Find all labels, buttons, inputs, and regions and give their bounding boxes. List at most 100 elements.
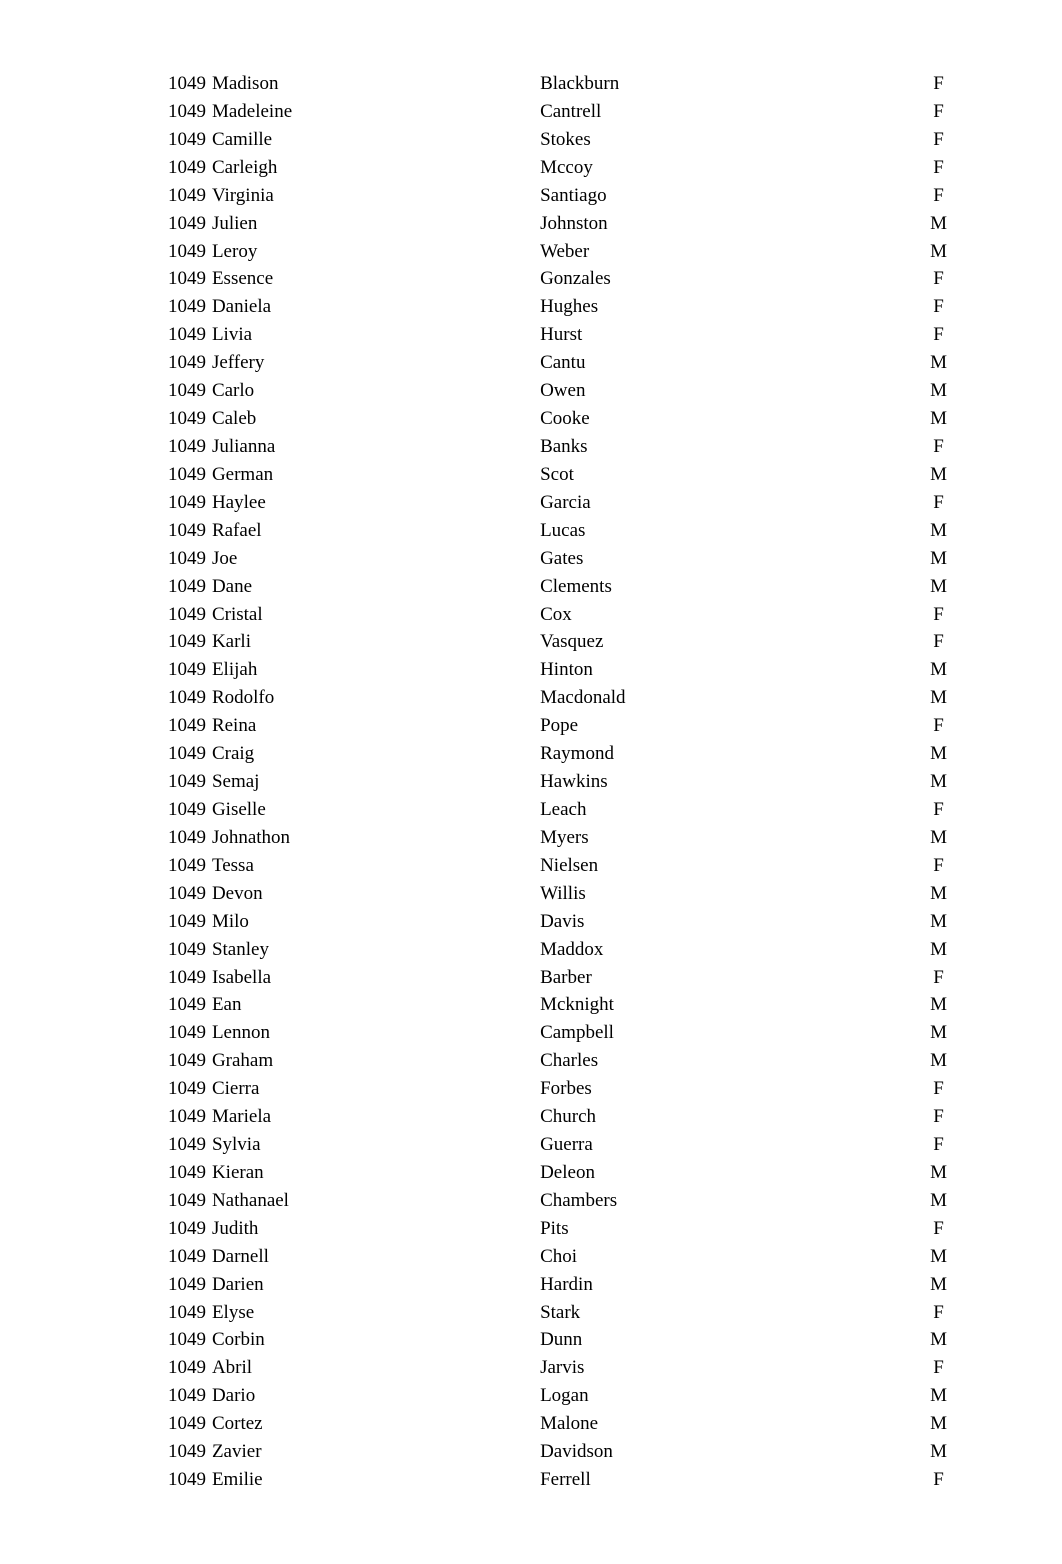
gender-cell: F [915,1131,962,1159]
table-row: 1049DevonWillisM [145,880,962,908]
table-row: 1049TessaNielsenF [145,852,962,880]
first-name-cell: Zavier [212,1438,540,1466]
table-row: 1049HayleeGarciaF [145,489,962,517]
table-row: 1049RodolfoMacdonaldM [145,684,962,712]
table-row: 1049NathanaelChambersM [145,1187,962,1215]
gender-cell: F [915,98,962,126]
first-name-cell: Jeffery [212,349,540,377]
table-row: 1049LeroyWeberM [145,238,962,266]
first-name-cell: Nathanael [212,1187,540,1215]
gender-cell: M [915,461,962,489]
first-name-cell: Milo [212,908,540,936]
last-name-cell: Davis [540,908,915,936]
last-name-cell: Vasquez [540,628,915,656]
id-cell: 1049 [145,489,212,517]
table-row: 1049MadeleineCantrellF [145,98,962,126]
last-name-cell: Willis [540,880,915,908]
table-row: 1049JoeGatesM [145,545,962,573]
id-cell: 1049 [145,852,212,880]
last-name-cell: Malone [540,1410,915,1438]
first-name-cell: Corbin [212,1326,540,1354]
gender-cell: F [915,796,962,824]
id-cell: 1049 [145,321,212,349]
last-name-cell: Lucas [540,517,915,545]
id-cell: 1049 [145,573,212,601]
last-name-cell: Gates [540,545,915,573]
table-row: 1049DarnellChoiM [145,1243,962,1271]
last-name-cell: Scot [540,461,915,489]
first-name-cell: Daniela [212,293,540,321]
last-name-cell: Barber [540,964,915,992]
first-name-cell: Joe [212,545,540,573]
id-cell: 1049 [145,1047,212,1075]
table-row: 1049ZavierDavidsonM [145,1438,962,1466]
table-row: 1049DaneClementsM [145,573,962,601]
gender-cell: F [915,1299,962,1327]
first-name-cell: Mariela [212,1103,540,1131]
last-name-cell: Myers [540,824,915,852]
table-row: 1049MarielaChurchF [145,1103,962,1131]
table-row: 1049GermanScotM [145,461,962,489]
last-name-cell: Macdonald [540,684,915,712]
first-name-cell: Johnathon [212,824,540,852]
last-name-cell: Maddox [540,936,915,964]
first-name-cell: Sylvia [212,1131,540,1159]
table-row: 1049CalebCookeM [145,405,962,433]
table-row: 1049CristalCoxF [145,601,962,629]
gender-cell: F [915,1075,962,1103]
first-name-cell: Darnell [212,1243,540,1271]
id-cell: 1049 [145,964,212,992]
gender-cell: F [915,154,962,182]
table-row: 1049SemajHawkinsM [145,768,962,796]
id-cell: 1049 [145,377,212,405]
first-name-cell: Cristal [212,601,540,629]
first-name-cell: Camille [212,126,540,154]
table-row: 1049VirginiaSantiagoF [145,182,962,210]
id-cell: 1049 [145,238,212,266]
first-name-cell: Madison [212,70,540,98]
id-cell: 1049 [145,517,212,545]
first-name-cell: Rafael [212,517,540,545]
table-row: 1049CortezMaloneM [145,1410,962,1438]
gender-cell: M [915,656,962,684]
last-name-cell: Deleon [540,1159,915,1187]
last-name-cell: Stark [540,1299,915,1327]
gender-cell: F [915,489,962,517]
id-cell: 1049 [145,908,212,936]
first-name-cell: Darien [212,1271,540,1299]
last-name-cell: Owen [540,377,915,405]
table-row: 1049DarienHardinM [145,1271,962,1299]
gender-cell: F [915,321,962,349]
last-name-cell: Hardin [540,1271,915,1299]
gender-cell: M [915,377,962,405]
table-row: 1049DarioLoganM [145,1382,962,1410]
id-cell: 1049 [145,265,212,293]
gender-cell: M [915,1187,962,1215]
first-name-cell: Elyse [212,1299,540,1327]
first-name-cell: Craig [212,740,540,768]
table-row: 1049GrahamCharlesM [145,1047,962,1075]
id-cell: 1049 [145,1354,212,1382]
first-name-cell: Karli [212,628,540,656]
table-row: 1049EanMcknightM [145,991,962,1019]
first-name-cell: Cierra [212,1075,540,1103]
id-cell: 1049 [145,796,212,824]
gender-cell: M [915,768,962,796]
id-cell: 1049 [145,293,212,321]
last-name-cell: Leach [540,796,915,824]
first-name-cell: Livia [212,321,540,349]
id-cell: 1049 [145,98,212,126]
table-row: 1049JulienJohnstonM [145,210,962,238]
first-name-cell: Dario [212,1382,540,1410]
gender-cell: M [915,1326,962,1354]
last-name-cell: Cantu [540,349,915,377]
id-cell: 1049 [145,126,212,154]
last-name-cell: Cox [540,601,915,629]
table-row: 1049JefferyCantuM [145,349,962,377]
table-row: 1049CierraForbesF [145,1075,962,1103]
first-name-cell: Judith [212,1215,540,1243]
id-cell: 1049 [145,433,212,461]
first-name-cell: Kieran [212,1159,540,1187]
gender-cell: M [915,1047,962,1075]
last-name-cell: Hinton [540,656,915,684]
